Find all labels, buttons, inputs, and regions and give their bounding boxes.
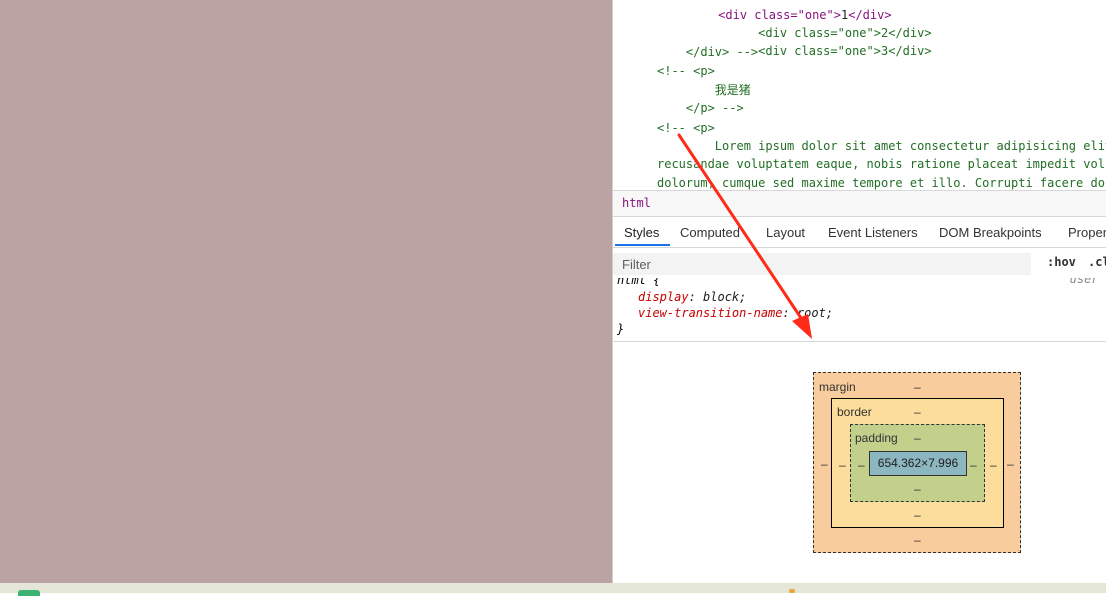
taskbar xyxy=(0,583,1106,596)
tag-close: </div> xyxy=(888,44,932,58)
styles-tabs: Styles Computed Layout Event Listeners D… xyxy=(613,218,1106,248)
code-line: recusandae voluptatem eaque, nobis ratio… xyxy=(657,157,1105,171)
property-colon: : xyxy=(688,290,704,304)
tab-event-listeners[interactable]: Event Listeners xyxy=(828,225,918,240)
margin-label: margin xyxy=(819,380,856,394)
tab-properties[interactable]: Proper xyxy=(1068,225,1106,240)
border-right-value: – xyxy=(990,458,997,472)
margin-left-value: – xyxy=(821,457,828,471)
rule-property[interactable]: view-transition-name: root; xyxy=(638,305,833,321)
code-line: </div> --> xyxy=(657,45,759,59)
margin-right-value: – xyxy=(1007,457,1014,471)
cls-button[interactable]: .cl xyxy=(1088,255,1106,269)
css-rule: html { user a display: block; view-trans… xyxy=(613,278,1106,342)
padding-left-value: – xyxy=(858,458,865,472)
code-line: Lorem ipsum dolor sit amet consectetur a… xyxy=(657,139,1106,153)
padding-label: padding xyxy=(855,431,898,445)
page-preview xyxy=(0,0,612,583)
active-tab-indicator xyxy=(615,244,670,246)
code-line: </p> --> xyxy=(657,101,744,115)
margin-bottom-value: – xyxy=(914,533,921,547)
padding-top-value: – xyxy=(914,431,921,445)
breadcrumb-item-html[interactable]: html xyxy=(618,195,655,211)
border-label: border xyxy=(837,405,872,419)
code-line: <div class="one">2</div> xyxy=(657,6,931,40)
breadcrumb: html xyxy=(613,190,1106,217)
box-model-border[interactable]: border – – – – padding – – – – 654.362×7… xyxy=(831,398,1004,528)
filter-row: :hov .cl xyxy=(613,250,1106,278)
property-colon: : xyxy=(782,306,797,320)
tag-open: <div class="one"> xyxy=(758,44,881,58)
box-model-content[interactable]: 654.362×7.996 xyxy=(869,451,967,476)
rule-selector: html { xyxy=(617,278,661,287)
property-value: block; xyxy=(703,290,747,304)
hov-button[interactable]: :hov xyxy=(1047,255,1076,269)
code-line: <!-- <p> xyxy=(657,121,715,135)
tab-layout[interactable]: Layout xyxy=(766,225,805,240)
rule-close: } xyxy=(617,322,625,336)
devtools-panel: <div class="one">1</div> <div class="one… xyxy=(612,0,1106,583)
tab-styles[interactable]: Styles xyxy=(624,225,659,240)
border-left-value: – xyxy=(839,458,846,472)
property-name: view-transition-name xyxy=(638,306,783,320)
tab-computed[interactable]: Computed xyxy=(680,225,740,240)
property-name: display xyxy=(638,290,689,304)
rule-source: user a xyxy=(1069,278,1106,286)
elements-tree[interactable]: <div class="one">1</div> <div class="one… xyxy=(613,0,1106,190)
filter-input[interactable] xyxy=(613,253,1031,275)
padding-right-value: – xyxy=(970,458,977,472)
property-value: root; xyxy=(796,306,834,320)
box-model-margin[interactable]: margin – – – – border – – – – padding – … xyxy=(813,372,1021,553)
taskbar-indicator-icon xyxy=(789,589,795,593)
code-line: 我是猪 xyxy=(657,83,751,97)
code-line: <div class="one">3</div> xyxy=(657,24,931,58)
border-top-value: – xyxy=(914,405,921,419)
box-model-padding[interactable]: padding – – – – 654.362×7.996 xyxy=(850,424,985,502)
border-bottom-value: – xyxy=(914,508,921,522)
rule-property[interactable]: display: block; xyxy=(638,289,746,305)
padding-bottom-value: – xyxy=(914,482,921,496)
code-line: dolorum, cumque sed maxime tempore et il… xyxy=(657,176,1105,190)
margin-top-value: – xyxy=(914,380,921,394)
tab-dom-breakpoints[interactable]: DOM Breakpoints xyxy=(939,225,1042,240)
box-model-diagram: margin – – – – border – – – – padding – … xyxy=(813,372,1021,553)
code-line: <!-- <p> xyxy=(657,64,715,78)
green-app-icon[interactable] xyxy=(18,590,40,596)
